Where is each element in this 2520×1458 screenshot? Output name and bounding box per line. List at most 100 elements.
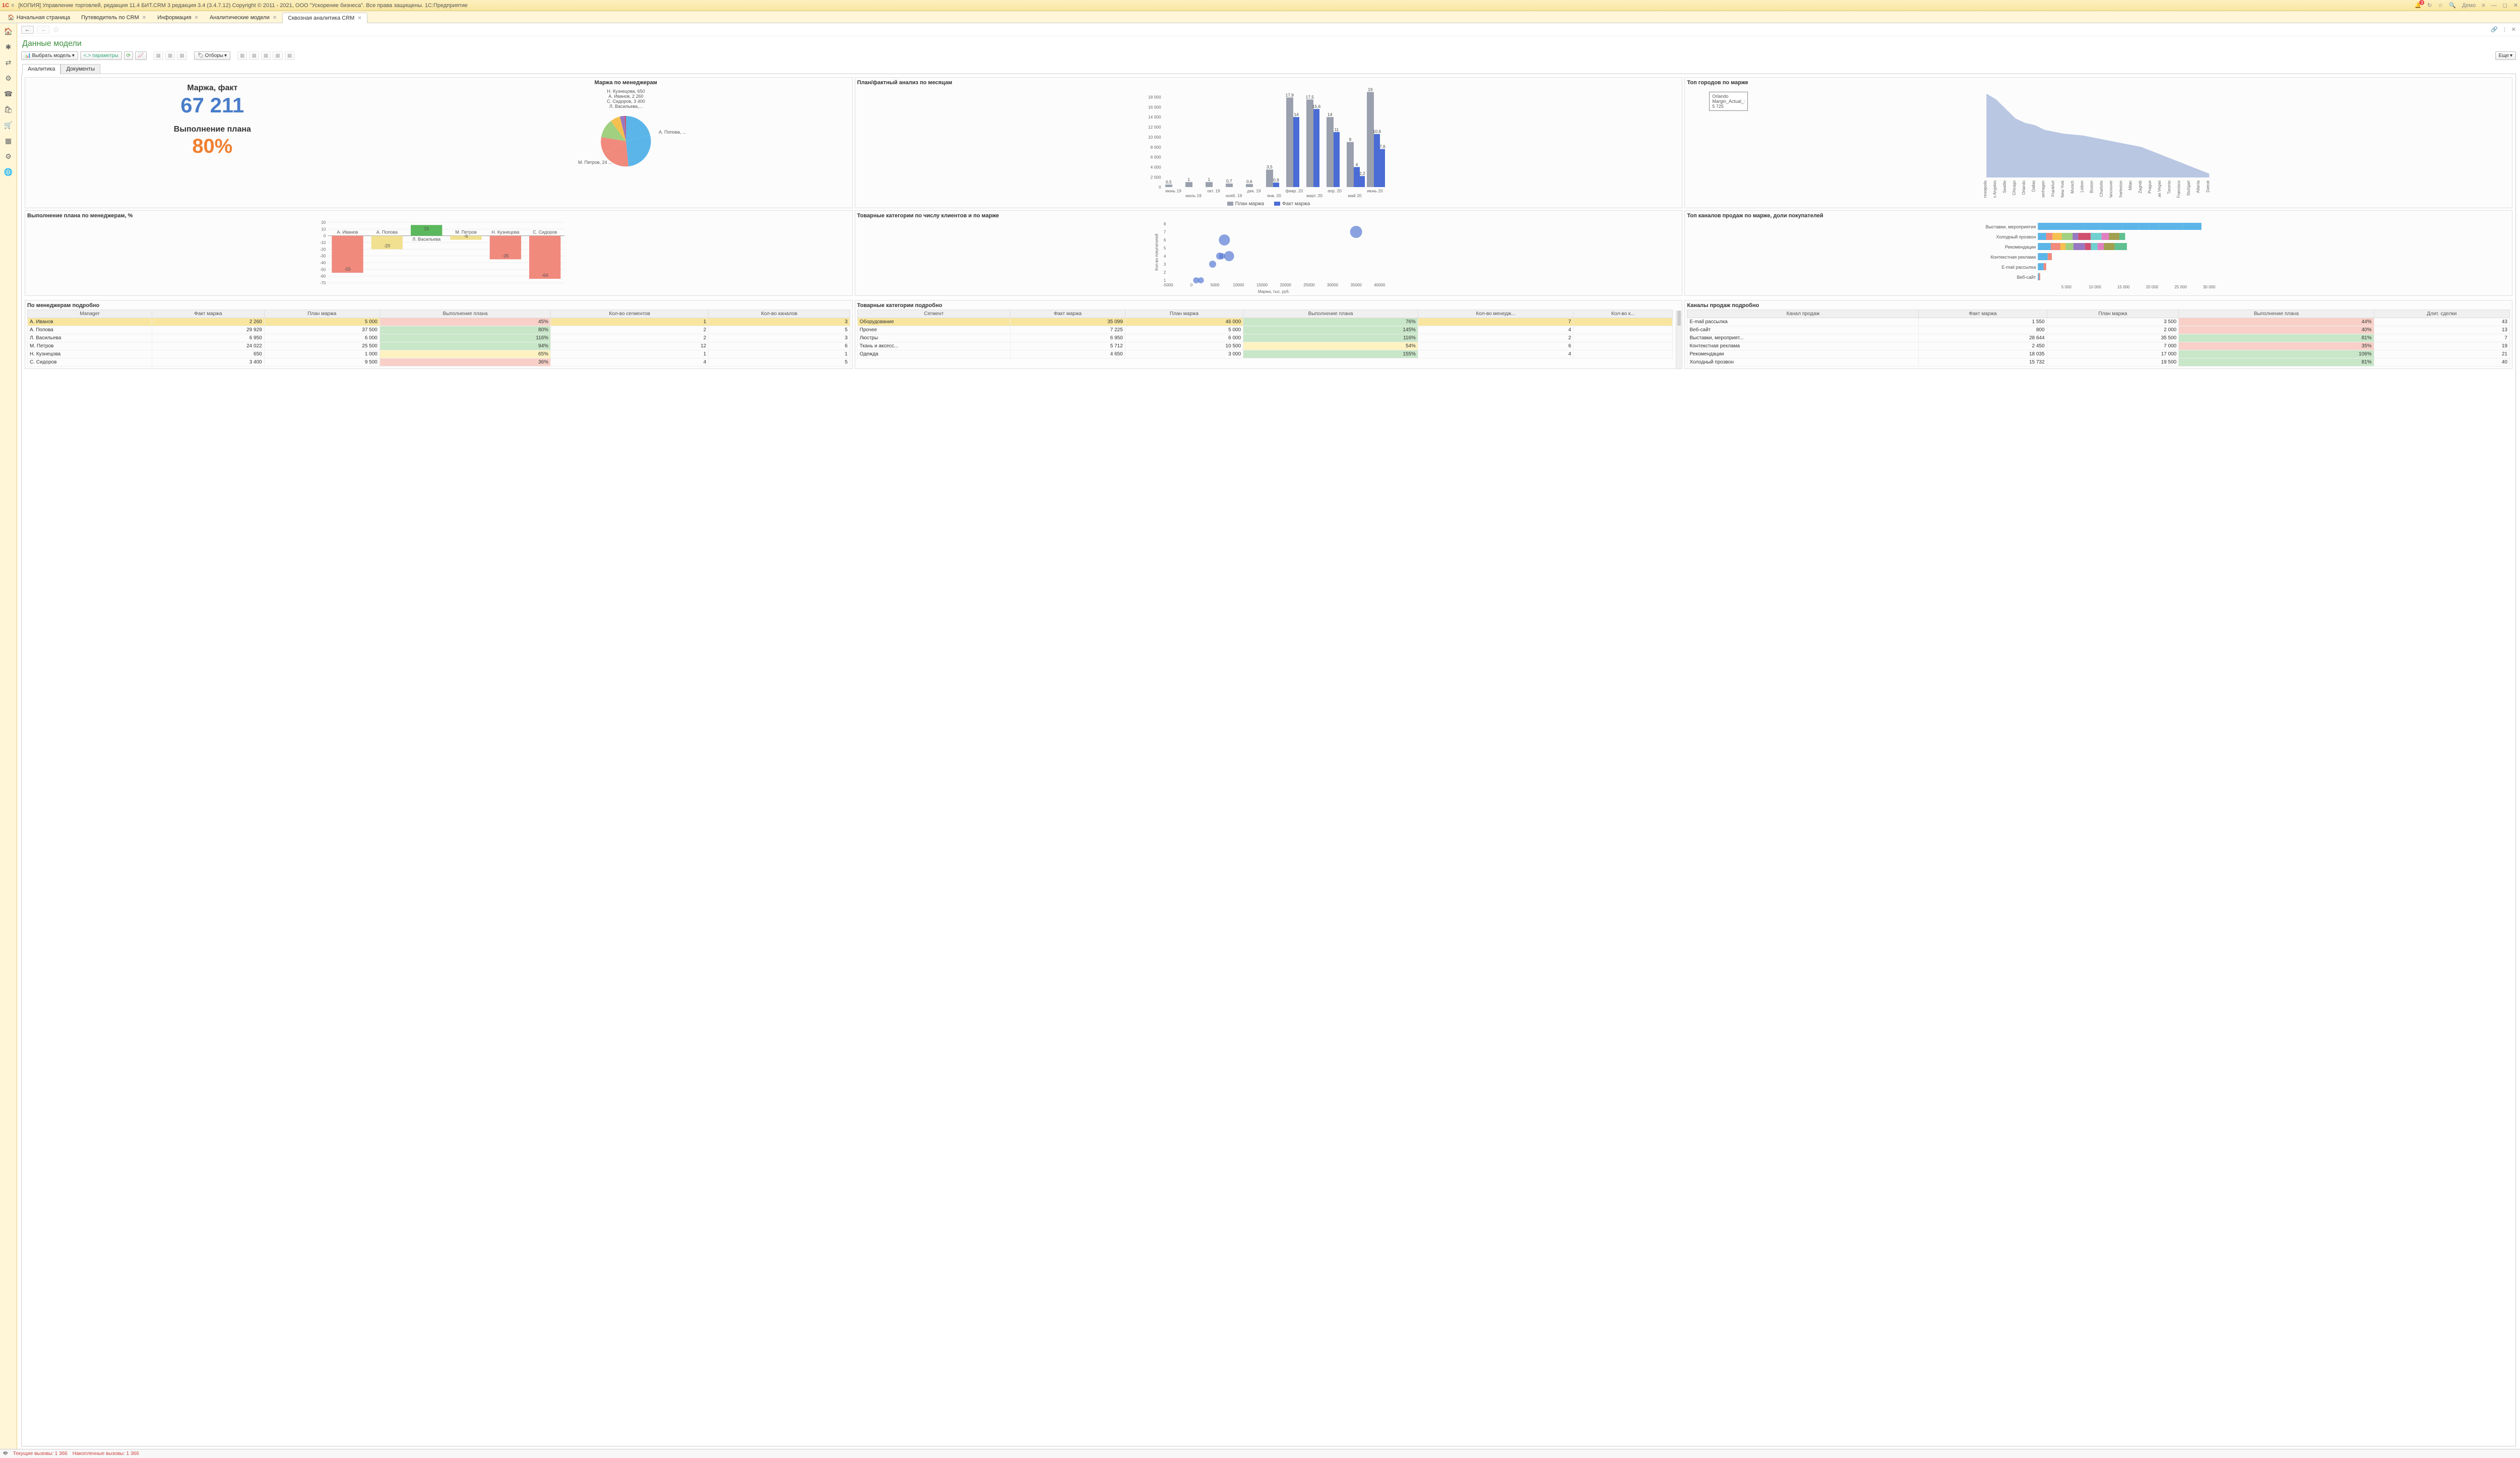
table-row[interactable]: Выставки, мероприят...28 64435 50081%7 bbox=[1687, 334, 2510, 342]
close-icon[interactable]: ✕ bbox=[195, 15, 199, 21]
svg-text:Chicago: Chicago bbox=[2012, 180, 2017, 195]
settings-bars-icon[interactable]: ≡ bbox=[2482, 3, 2485, 9]
menu-icon[interactable]: ≡ bbox=[11, 3, 14, 9]
tb-btn-2[interactable]: ▦ bbox=[165, 51, 175, 60]
fav-star-icon[interactable]: ☆ bbox=[52, 25, 59, 35]
tab[interactable]: Путеводитель по CRM✕ bbox=[76, 12, 152, 23]
scrollbar[interactable] bbox=[1676, 311, 1682, 369]
table-row[interactable]: А. Попова29 92937 50080%25 bbox=[28, 326, 850, 334]
close-icon[interactable]: ✕ bbox=[2513, 2, 2518, 9]
star2-icon[interactable]: ✱ bbox=[6, 43, 12, 51]
svg-text:0,9: 0,9 bbox=[1273, 177, 1279, 183]
tab[interactable]: Аналитические модели✕ bbox=[204, 12, 282, 23]
table-row[interactable]: С. Сидоров3 4009 50036%45 bbox=[28, 358, 850, 367]
home-icon[interactable]: 🏠 bbox=[4, 27, 13, 36]
table-cat[interactable]: СегментФакт маржаПлан маржаВыполнение пл… bbox=[857, 310, 1673, 358]
tb-btn-8[interactable]: ▦ bbox=[285, 51, 294, 60]
table-row[interactable]: Люстры6 9506 000116%2 bbox=[857, 334, 1673, 342]
svg-text:М. Петров: М. Петров bbox=[455, 230, 477, 235]
tab[interactable]: Информация✕ bbox=[152, 12, 204, 23]
svg-text:15 000: 15 000 bbox=[2117, 285, 2130, 289]
tb-btn-6[interactable]: ▦ bbox=[261, 51, 271, 60]
grid-icon[interactable]: ▦ bbox=[5, 137, 12, 145]
kpi-margin-value: 67 211 bbox=[27, 95, 398, 116]
svg-text:Detroit: Detroit bbox=[2206, 180, 2211, 192]
kpi-plan-value: 80% bbox=[27, 136, 398, 156]
bag-icon[interactable]: 🛍 bbox=[4, 105, 13, 114]
table-row[interactable]: А. Иванов2 2605 00045%13 bbox=[28, 318, 850, 326]
svg-text:-50: -50 bbox=[320, 267, 326, 272]
svg-text:А. Попова: А. Попова bbox=[376, 230, 398, 235]
filters-button[interactable]: 🏷 Отборы ▾ bbox=[194, 51, 230, 60]
table-row[interactable]: Холодный прозвон15 73219 50081%40 bbox=[1687, 358, 2510, 367]
phone-icon[interactable]: ☎ bbox=[4, 90, 13, 98]
svg-text:20000: 20000 bbox=[1280, 283, 1291, 287]
content-tab[interactable]: Аналитика bbox=[22, 64, 60, 74]
close-icon[interactable]: ✕ bbox=[357, 16, 361, 21]
home-icon: 🏠 bbox=[8, 14, 15, 21]
table-row[interactable]: Одежда4 6503 000155%4 bbox=[857, 350, 1673, 358]
svg-text:14 000: 14 000 bbox=[1148, 114, 1161, 119]
kebab-icon[interactable]: ⋮ bbox=[2502, 26, 2507, 33]
history-icon[interactable]: ↻ bbox=[2427, 2, 2432, 9]
search-icon[interactable]: 🔍 bbox=[2449, 2, 2456, 9]
bell-icon[interactable]: 🔔3 bbox=[2414, 2, 2421, 9]
svg-text:2,2: 2,2 bbox=[1359, 171, 1365, 176]
close-icon[interactable]: ✕ bbox=[142, 15, 146, 21]
select-model-button[interactable]: 📊 Выбрать модель ▾ bbox=[21, 51, 78, 60]
tb-btn-7[interactable]: ▦ bbox=[273, 51, 282, 60]
tools-icon[interactable]: ⚙ bbox=[5, 74, 12, 83]
svg-text:15,6: 15,6 bbox=[1312, 104, 1321, 109]
tb-btn-3[interactable]: ▦ bbox=[177, 51, 186, 60]
svg-text:5: 5 bbox=[1164, 246, 1166, 251]
forward-button[interactable]: → bbox=[37, 26, 49, 34]
table-row[interactable]: Контекстная реклама2 4507 00035%19 bbox=[1687, 342, 2510, 350]
table-row[interactable]: Н. Кузнецова6501 00065%11 bbox=[28, 350, 850, 358]
tb-btn-5[interactable]: ▦ bbox=[249, 51, 259, 60]
gear-icon[interactable]: ⚙ bbox=[5, 152, 12, 161]
back-button[interactable]: ← bbox=[21, 26, 34, 34]
svg-text:4: 4 bbox=[1355, 162, 1358, 167]
minimize-icon[interactable]: — bbox=[2491, 3, 2497, 9]
svg-text:окт. 19: окт. 19 bbox=[1207, 189, 1220, 194]
table-row[interactable]: Веб-сайт8002 00040%13 bbox=[1687, 326, 2510, 334]
tb-btn-4[interactable]: ▦ bbox=[237, 51, 247, 60]
globe-icon[interactable]: 🌐 bbox=[4, 168, 13, 176]
table-row[interactable]: М. Петров24 02225 50094%126 bbox=[28, 342, 850, 350]
close-icon[interactable]: ✕ bbox=[273, 15, 277, 21]
tab[interactable]: 🏠Начальная страница bbox=[2, 12, 76, 23]
kpi-plan-label: Выполнение плана bbox=[27, 125, 398, 134]
tb-btn-1[interactable]: ▦ bbox=[154, 51, 163, 60]
cart-icon[interactable]: 🛒 bbox=[4, 121, 13, 130]
content-tab[interactable]: Документы bbox=[60, 64, 100, 74]
maximize-icon[interactable]: ◻ bbox=[2503, 2, 2507, 9]
table-chan[interactable]: Канал продажФакт маржаПлан маржаВыполнен… bbox=[1687, 310, 2510, 367]
svg-text:4: 4 bbox=[1164, 254, 1166, 259]
svg-text:-60: -60 bbox=[320, 274, 326, 279]
user-label[interactable]: Демо bbox=[2462, 3, 2476, 9]
more-button[interactable]: Еще ▾ bbox=[2495, 51, 2516, 60]
print-icon[interactable]: 🖶 bbox=[3, 1449, 8, 1458]
svg-text:10 000: 10 000 bbox=[1148, 135, 1161, 140]
refresh-button[interactable]: ⟳ bbox=[124, 51, 133, 60]
table-row[interactable]: Л. Васильева6 9506 000116%23 bbox=[28, 334, 850, 342]
chart-button[interactable]: 📈 bbox=[135, 51, 146, 60]
params-button[interactable]: <.> параметры bbox=[80, 51, 122, 60]
tab[interactable]: Сквозная аналитика CRM✕ bbox=[282, 13, 367, 23]
swap-icon[interactable]: ⇄ bbox=[6, 58, 12, 67]
svg-text:С. Сидоров, 3 400: С. Сидоров, 3 400 bbox=[607, 99, 645, 104]
table-row[interactable]: Рекомендации18 03517 000106%21 bbox=[1687, 350, 2510, 358]
table-row[interactable]: Прочее7 2255 000145%4 bbox=[857, 326, 1673, 334]
table-row[interactable]: Ткань и аксесс...5 71210 50054%6 bbox=[857, 342, 1673, 350]
cities-title: Топ городов по марже bbox=[1687, 80, 2510, 86]
svg-text:Toronto: Toronto bbox=[2167, 180, 2172, 194]
page-header: Данные модели bbox=[17, 36, 2520, 49]
link-icon[interactable]: 🔗 bbox=[2491, 26, 2498, 33]
close-page-icon[interactable]: ✕ bbox=[2511, 26, 2516, 33]
table-row[interactable]: Оборудование35 09946 00076%7 bbox=[857, 318, 1673, 326]
svg-text:-55: -55 bbox=[344, 267, 351, 272]
star-icon[interactable]: ☆ bbox=[2438, 2, 2443, 9]
table-mgr[interactable]: ManagerФакт маржаПлан маржаВыполнение пл… bbox=[27, 310, 850, 367]
svg-text:35000: 35000 bbox=[1350, 283, 1362, 287]
table-row[interactable]: E-mail рассылка1 5503 50044%43 bbox=[1687, 318, 2510, 326]
